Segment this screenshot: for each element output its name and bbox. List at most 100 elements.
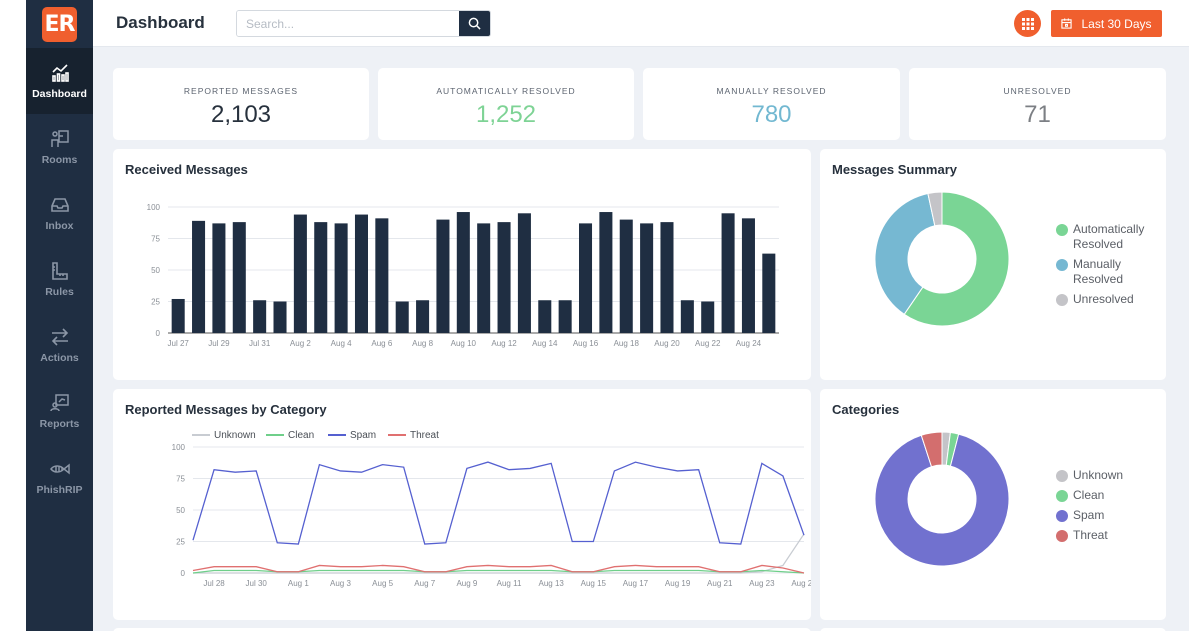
date-range-button[interactable]: Last 30 Days [1051, 10, 1162, 37]
bar [721, 213, 735, 333]
sidebar: ER Dashboard Rooms Inbox Rules Actions R… [26, 0, 93, 631]
y-tick-label: 100 [147, 203, 161, 212]
legend-swatch [1056, 470, 1068, 482]
legend-swatch [1056, 259, 1068, 271]
bar [253, 300, 267, 333]
legend-label: Clean [288, 430, 314, 441]
bar [660, 222, 674, 333]
categories-card: Categories Unknown Clean Spam Threat [820, 389, 1166, 620]
bar [599, 212, 613, 333]
x-tick-label: Aug 19 [665, 579, 691, 588]
x-tick-label: Aug 3 [330, 579, 351, 588]
legend-swatch [1056, 224, 1068, 236]
legend-label: Unknown [1073, 468, 1124, 482]
bar [538, 300, 552, 333]
bar [741, 218, 755, 333]
page-title: Dashboard [116, 13, 205, 32]
bar [680, 300, 694, 333]
x-tick-label: Jul 30 [246, 579, 268, 588]
sidebar-item-actions[interactable]: Actions [26, 312, 93, 378]
legend-item-spam[interactable]: Spam [328, 430, 376, 441]
bar [354, 214, 369, 333]
legend-item-clean[interactable]: Clean [1056, 488, 1123, 503]
x-tick-label: Aug 13 [538, 579, 564, 588]
stat-value: 1,252 [475, 101, 537, 128]
x-tick-label: Aug 7 [414, 579, 435, 588]
x-tick-label: Aug 10 [451, 339, 477, 348]
search-input[interactable] [237, 11, 459, 36]
legend-item-threat[interactable]: Threat [388, 430, 439, 441]
bar [416, 300, 430, 333]
category-line-chart: 0 25 50 75 100 Jul 28 Jul 30 Aug 1 Aug 3 Aug 5 Aug… [172, 430, 811, 588]
bar [171, 298, 185, 333]
y-tick-label: 100 [172, 443, 186, 452]
x-tick-label: Jul 27 [168, 339, 190, 348]
sidebar-item-label: Dashboard [32, 87, 87, 100]
legend-item-threat[interactable]: Threat [1056, 528, 1123, 543]
y-tick-label: 75 [151, 235, 160, 244]
received-messages-card: Received Messages 0 25 50 75 100 Jul 27 Jul 29… [113, 149, 811, 380]
grid-icon [1021, 17, 1034, 30]
x-tick-label: Jul 31 [249, 339, 271, 348]
legend-item-manual-resolved[interactable]: Manually Resolved [1056, 257, 1163, 287]
bar [517, 213, 531, 333]
bar [375, 218, 389, 333]
fish-icon [49, 462, 70, 475]
bar [640, 223, 654, 333]
x-tick-label: Jul 29 [208, 339, 230, 348]
sidebar-item-reports[interactable]: Reports [26, 378, 93, 444]
legend-swatch [1056, 530, 1068, 542]
app-logo[interactable]: ER [42, 6, 77, 42]
legend-item-unknown[interactable]: Unknown [1056, 468, 1123, 483]
category-line-card: Reported Messages by Category 0 25 50 75 100… [113, 389, 811, 620]
bar [314, 222, 328, 333]
legend-item-spam[interactable]: Spam [1056, 508, 1123, 523]
series-line-spam [192, 461, 805, 545]
sidebar-item-rooms[interactable]: Rooms [26, 114, 93, 180]
legend-item-auto-resolved[interactable]: Automatically Resolved [1056, 222, 1163, 252]
stat-card-reported: REPORTED MESSAGES 2,103 [113, 68, 369, 140]
x-tick-label: Aug 20 [654, 339, 680, 348]
x-tick-label: Aug 25 [791, 579, 811, 588]
x-tick-label: Aug 8 [412, 339, 433, 348]
legend-label: Unknown [214, 430, 256, 441]
stat-label: REPORTED MESSAGES [183, 86, 299, 96]
bar [456, 212, 470, 333]
legend-item-unresolved[interactable]: Unresolved [1056, 292, 1163, 307]
x-tick-label: Aug 22 [695, 339, 721, 348]
stat-value: 71 [1024, 101, 1051, 128]
search-button[interactable] [459, 11, 490, 36]
bar [436, 219, 450, 333]
stat-card-auto-resolved: AUTOMATICALLY RESOLVED 1,252 [378, 68, 634, 140]
bar [232, 222, 246, 333]
x-tick-label: Aug 11 [497, 579, 522, 588]
bar [578, 223, 593, 333]
stat-label: AUTOMATICALLY RESOLVED [436, 86, 576, 96]
sidebar-item-dashboard[interactable]: Dashboard [26, 48, 93, 114]
sidebar-item-phishrip[interactable]: PhishRIP [26, 444, 93, 510]
legend-label: Threat [410, 430, 439, 441]
apps-menu-button[interactable] [1014, 10, 1041, 37]
sidebar-item-label: PhishRIP [36, 483, 83, 496]
sidebar-item-inbox[interactable]: Inbox [26, 180, 93, 246]
reports-icon [49, 393, 69, 411]
messages-summary-legend: Automatically Resolved Manually Resolved… [1056, 222, 1163, 312]
legend-item-unknown[interactable]: Unknown [192, 430, 256, 441]
y-tick-label: 50 [176, 506, 185, 515]
date-range-label: Last 30 Days [1081, 16, 1152, 31]
search-box [236, 10, 491, 37]
search-icon [468, 17, 481, 30]
x-tick-label: Aug 18 [614, 339, 640, 348]
bar [477, 223, 491, 333]
sidebar-item-label: Reports [39, 417, 80, 430]
legend-item-clean[interactable]: Clean [266, 430, 314, 441]
y-tick-label: 75 [176, 475, 185, 484]
stat-card-unresolved: UNRESOLVED 71 [909, 68, 1166, 140]
sidebar-item-rules[interactable]: Rules [26, 246, 93, 312]
categories-legend: Unknown Clean Spam Threat [1056, 468, 1123, 548]
x-tick-label: Aug 16 [573, 339, 599, 348]
y-tick-label: 50 [151, 266, 160, 275]
bar [212, 223, 226, 333]
next-card-right [820, 628, 1166, 638]
bar [497, 222, 511, 333]
